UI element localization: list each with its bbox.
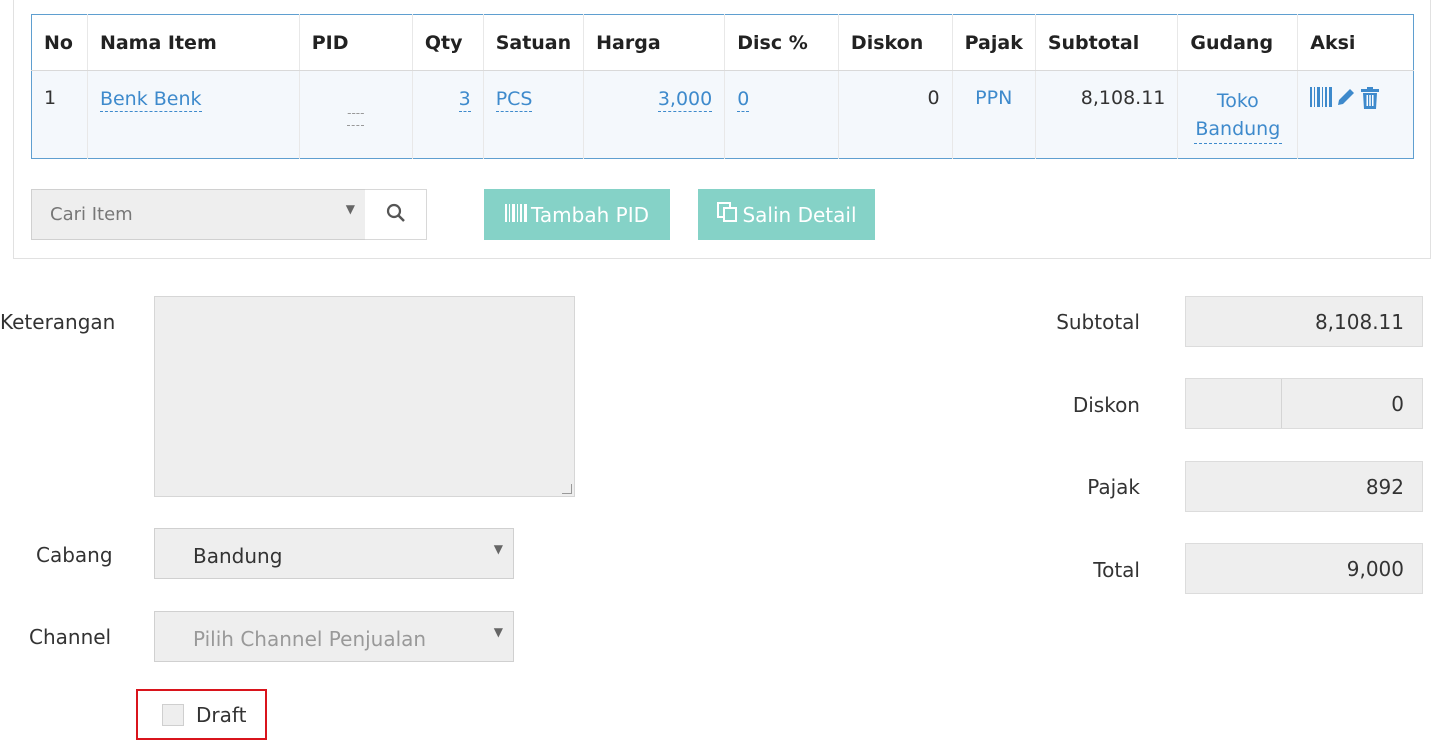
resize-handle-icon[interactable] <box>562 484 572 494</box>
summary-total-label: Total <box>1093 558 1140 582</box>
col-header-satuan: Satuan <box>483 14 585 71</box>
channel-label: Channel <box>29 625 112 649</box>
summary-diskon-value[interactable]: 0 <box>1282 379 1422 428</box>
satuan-editable[interactable]: PCS <box>495 87 533 112</box>
table-row: 1 Benk Benk ---- 3 PCS 3,000 0 0 PPN 8,1… <box>31 70 1414 159</box>
col-header-harga: Harga <box>583 14 726 71</box>
summary-pajak-label: Pajak <box>1087 475 1140 499</box>
col-header-no: No <box>31 14 88 71</box>
col-header-subtotal: Subtotal <box>1035 14 1179 71</box>
qty-editable[interactable]: 3 <box>458 87 471 112</box>
cabang-selected-value: Bandung <box>193 544 283 568</box>
col-header-nama-item: Nama Item <box>87 14 300 71</box>
summary-diskon-field: 0 <box>1185 378 1423 429</box>
cell-pajak: PPN <box>952 70 1036 159</box>
cell-no: 1 <box>31 70 88 159</box>
cell-aksi <box>1297 70 1414 159</box>
gudang-editable[interactable]: Toko Bandung <box>1193 87 1282 144</box>
cell-pid: ---- <box>299 70 413 159</box>
cell-subtotal: 8,108.11 <box>1035 70 1179 159</box>
col-header-qty: Qty <box>412 14 484 71</box>
chevron-down-icon: ▼ <box>493 625 503 639</box>
summary-diskon-type-input[interactable] <box>1186 379 1282 428</box>
trash-icon[interactable] <box>1360 87 1380 109</box>
cell-harga: 3,000 <box>583 70 726 159</box>
copy-icon <box>716 201 738 228</box>
pajak-link[interactable]: PPN <box>975 87 1012 109</box>
items-table: No Nama Item PID Qty Satuan Harga Disc %… <box>31 14 1414 159</box>
cabang-select[interactable]: Bandung ▼ <box>154 528 514 579</box>
item-search-select[interactable]: Cari Item ▼ <box>31 189 366 240</box>
salin-detail-button[interactable]: Salin Detail <box>698 189 875 240</box>
keterangan-textarea[interactable] <box>154 296 575 497</box>
pencil-icon[interactable] <box>1336 87 1356 109</box>
keterangan-label: Keterangan <box>0 310 116 334</box>
table-header-row: No Nama Item PID Qty Satuan Harga Disc %… <box>31 14 1414 71</box>
draft-label: Draft <box>196 702 247 727</box>
cell-disc-pct: 0 <box>724 70 839 159</box>
summary-diskon-label: Diskon <box>1072 393 1140 417</box>
draft-checkbox[interactable] <box>162 703 184 726</box>
cabang-label: Cabang <box>36 543 113 567</box>
tambah-pid-label: Tambah PID <box>531 202 649 227</box>
cell-nama-item: Benk Benk <box>87 70 300 159</box>
summary-total-field: 9,000 <box>1185 543 1423 594</box>
tambah-pid-button[interactable]: Tambah PID <box>484 189 670 240</box>
harga-editable[interactable]: 3,000 <box>657 87 713 112</box>
chevron-down-icon: ▼ <box>493 542 503 556</box>
summary-subtotal-field: 8,108.11 <box>1185 296 1423 347</box>
channel-select[interactable]: Pilih Channel Penjualan ▼ <box>154 611 514 662</box>
item-search-button[interactable] <box>365 189 427 240</box>
chevron-down-icon: ▼ <box>345 202 355 216</box>
summary-subtotal-label: Subtotal <box>1056 310 1140 334</box>
cell-diskon: 0 <box>838 70 953 159</box>
cell-gudang: Toko Bandung <box>1177 70 1299 159</box>
disc-pct-editable[interactable]: 0 <box>737 87 750 112</box>
barcode-icon <box>505 203 527 227</box>
pid-editable[interactable]: ---- <box>347 101 365 126</box>
col-header-aksi: Aksi <box>1297 14 1414 71</box>
col-header-pid: PID <box>299 14 413 71</box>
col-header-diskon: Diskon <box>838 14 953 71</box>
item-search-placeholder: Cari Item <box>50 204 133 225</box>
channel-placeholder: Pilih Channel Penjualan <box>193 627 427 651</box>
cell-satuan: PCS <box>483 70 585 159</box>
salin-detail-label: Salin Detail <box>742 202 857 227</box>
nama-item-editable[interactable]: Benk Benk <box>99 87 202 112</box>
barcode-icon[interactable] <box>1310 87 1333 109</box>
col-header-pajak: Pajak <box>952 14 1036 71</box>
col-header-gudang: Gudang <box>1177 14 1299 71</box>
col-header-disc-pct: Disc % <box>724 14 839 71</box>
summary-pajak-field: 892 <box>1185 461 1423 512</box>
cell-qty: 3 <box>412 70 484 159</box>
draft-highlight: Draft <box>136 689 267 740</box>
search-icon <box>386 203 406 227</box>
